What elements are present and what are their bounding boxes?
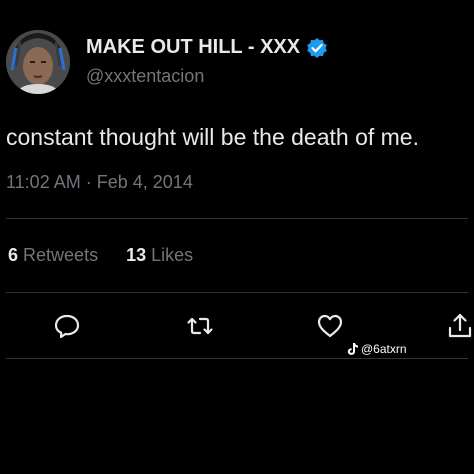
user-avatar-image <box>6 30 70 94</box>
divider-bottom <box>6 358 468 359</box>
heart-icon[interactable] <box>316 312 344 340</box>
likes-count: 13 <box>126 245 147 265</box>
tweet-time: 11:02 AM <box>6 172 81 192</box>
retweets-count: 6 <box>8 245 19 265</box>
tiktok-icon <box>347 343 358 355</box>
reply-icon[interactable] <box>53 312 81 340</box>
watermark-text: @6atxrn <box>361 342 407 356</box>
divider-middle <box>6 292 468 293</box>
share-icon[interactable] <box>446 312 474 340</box>
author-name-row: MAKE OUT HILL - XXX <box>86 36 328 59</box>
tweet-date: Feb 4, 2014 <box>96 172 193 192</box>
tweet-stats: 6 Retweets 13 Likes <box>8 245 193 266</box>
likes-label: Likes <box>151 245 194 265</box>
author-handle[interactable]: @xxxtentacion <box>86 66 204 87</box>
timestamp-separator: · <box>85 172 92 192</box>
watermark: @6atxrn <box>346 342 407 356</box>
avatar[interactable] <box>6 30 70 94</box>
likes-stat[interactable]: 13 Likes <box>126 245 193 266</box>
verified-badge-icon <box>306 37 328 59</box>
retweets-stat[interactable]: 6 Retweets <box>8 245 98 266</box>
retweet-icon[interactable] <box>186 312 214 340</box>
divider-top <box>6 218 468 219</box>
retweets-label: Retweets <box>23 245 99 265</box>
tweet-text: constant thought will be the death of me… <box>6 124 419 150</box>
author-display-name[interactable]: MAKE OUT HILL - XXX <box>86 36 300 59</box>
tweet-timestamp[interactable]: 11:02 AM · Feb 4, 2014 <box>6 172 193 193</box>
